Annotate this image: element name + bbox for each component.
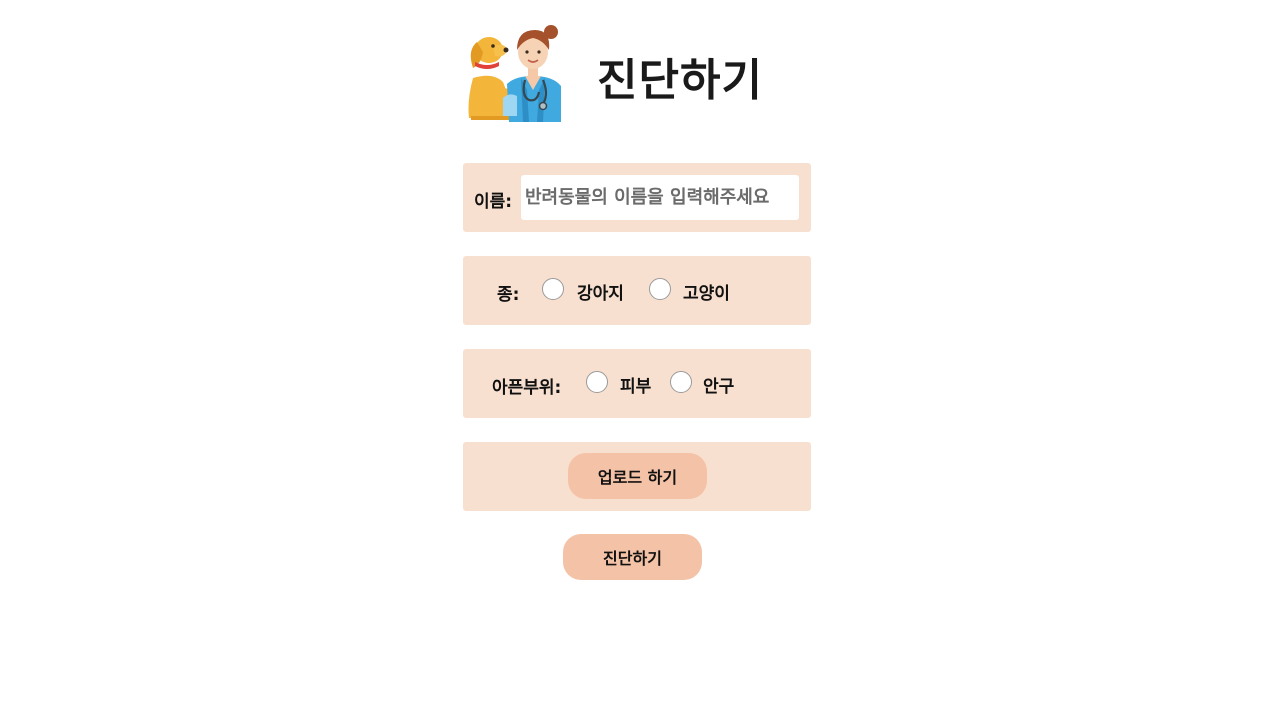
- part-option-skin-label[interactable]: 피부: [620, 372, 651, 397]
- part-option-eye-label[interactable]: 안구: [703, 372, 734, 397]
- page-header: 진단하기: [463, 20, 811, 124]
- part-radio-eye[interactable]: [670, 371, 692, 393]
- diagnosis-page: 진단하기 이름: 종: 강아지 고양이 아픈부위: 피부 안구 업로드 하기 진…: [0, 0, 1280, 720]
- vet-with-dog-illustration: [468, 25, 561, 122]
- species-option-dog-label[interactable]: 강아지: [577, 279, 624, 304]
- species-row: 종: 강아지 고양이: [463, 256, 811, 325]
- affected-part-row: 아픈부위: 피부 안구: [463, 349, 811, 418]
- species-label: 종:: [497, 285, 520, 305]
- affected-part-label: 아픈부위:: [492, 378, 562, 398]
- pet-name-input[interactable]: [521, 175, 799, 220]
- upload-button[interactable]: 업로드 하기: [568, 453, 707, 499]
- page-title: 진단하기: [597, 55, 763, 106]
- species-option-cat-label[interactable]: 고양이: [683, 279, 730, 304]
- name-row: 이름:: [463, 163, 811, 232]
- species-radio-dog[interactable]: [542, 278, 564, 300]
- name-label: 이름:: [474, 192, 513, 212]
- upload-row: 업로드 하기: [463, 442, 811, 511]
- part-radio-skin[interactable]: [586, 371, 608, 393]
- species-radio-cat[interactable]: [649, 278, 671, 300]
- diagnose-button[interactable]: 진단하기: [563, 534, 702, 580]
